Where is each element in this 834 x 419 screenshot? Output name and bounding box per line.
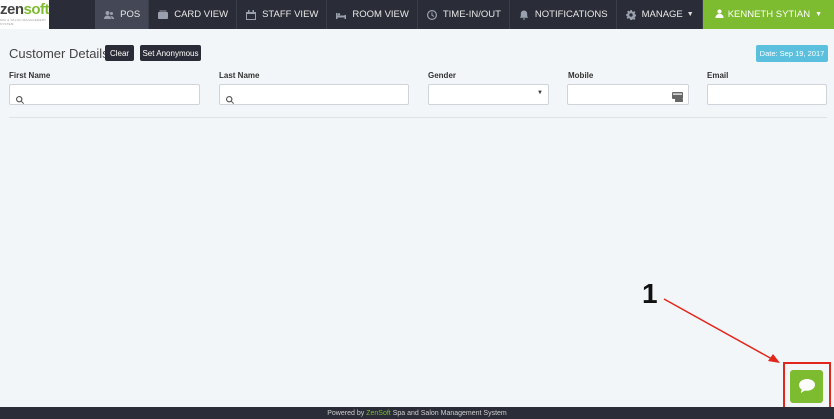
search-icon	[16, 91, 24, 104]
footer-prefix: Powered by	[327, 409, 365, 417]
nav-item-label: ROOM VIEW	[352, 9, 409, 20]
chevron-down-icon: ▼	[537, 90, 543, 96]
nav-item-pos[interactable]: POS	[95, 0, 150, 29]
top-navbar: zensoft SPA & SALON MANAGEMENT SYSTEM PO…	[0, 0, 834, 29]
user-icon	[715, 8, 728, 21]
bell-icon	[518, 9, 530, 21]
brand-tagline: SPA & SALON MANAGEMENT SYSTEM	[0, 18, 47, 26]
chevron-down-icon: ▼	[815, 11, 822, 18]
brand-name-part1: zen	[0, 1, 24, 18]
chevron-down-icon: ▼	[686, 11, 694, 18]
gender-select[interactable]: ▼	[428, 84, 549, 105]
nav-item-notifications[interactable]: NOTIFICATIONS	[510, 0, 617, 29]
gender-label: Gender	[428, 71, 457, 80]
mobile-input[interactable]	[568, 85, 688, 104]
users-icon	[103, 9, 115, 21]
mobile-field[interactable]	[567, 84, 689, 105]
card-reader-icon[interactable]	[672, 89, 683, 102]
nav-item-label: TIME-IN/OUT	[442, 9, 501, 20]
nav-item-room-view[interactable]: ROOM VIEW	[327, 0, 418, 29]
navbar-spacer	[49, 0, 95, 29]
annotation-number: 1	[642, 278, 658, 309]
nav-item-time-in-out[interactable]: TIME-IN/OUT	[418, 0, 510, 29]
first-name-input[interactable]	[24, 85, 199, 104]
email-input[interactable]	[708, 85, 826, 104]
nav-item-label: NOTIFICATIONS	[534, 9, 608, 20]
search-icon	[226, 91, 234, 104]
brand-name-part2: soft	[23, 1, 50, 18]
customer-details-title: Customer Details	[9, 46, 109, 61]
last-name-field[interactable]	[219, 84, 409, 105]
annotation-arrow	[663, 298, 780, 363]
footer: Powered by ZenSoft Spa and Salon Managem…	[0, 407, 834, 419]
footer-brand-link[interactable]: ZenSoft	[366, 410, 391, 417]
gear-icon	[625, 9, 637, 21]
calendar-icon	[245, 9, 257, 21]
user-menu[interactable]: KENNETH SYTIAN ▼	[702, 0, 834, 29]
nav-item-card-view[interactable]: CARD VIEW	[149, 0, 238, 29]
chat-button[interactable]	[790, 370, 823, 403]
nav-item-manage[interactable]: MANAGE ▼	[617, 0, 703, 29]
section-divider	[9, 117, 827, 118]
nav-item-staff-view[interactable]: STAFF VIEW	[237, 0, 328, 29]
clear-button[interactable]: Clear	[105, 45, 134, 61]
first-name-label: First Name	[9, 71, 51, 80]
last-name-label: Last Name	[219, 71, 260, 80]
nav-item-label: STAFF VIEW	[262, 9, 319, 20]
email-label: Email	[707, 71, 729, 80]
set-anonymous-button[interactable]: Set Anonymous	[140, 45, 201, 61]
clock-icon	[426, 9, 438, 21]
user-name: KENNETH SYTIAN	[727, 9, 811, 20]
date-badge: Date: Sep 19, 2017	[756, 45, 828, 62]
last-name-input[interactable]	[234, 85, 408, 104]
card-icon	[157, 9, 169, 21]
nav-item-label: CARD VIEW	[174, 9, 229, 20]
mobile-label: Mobile	[568, 71, 594, 80]
bed-icon	[335, 9, 347, 21]
nav-item-label: POS	[120, 9, 141, 20]
brand-logo[interactable]: zensoft SPA & SALON MANAGEMENT SYSTEM	[0, 0, 50, 29]
chat-icon	[798, 379, 815, 393]
nav-item-label: MANAGE	[641, 9, 683, 20]
email-field[interactable]	[707, 84, 827, 105]
footer-suffix: Spa and Salon Management System	[392, 409, 507, 417]
first-name-field[interactable]	[9, 84, 200, 105]
